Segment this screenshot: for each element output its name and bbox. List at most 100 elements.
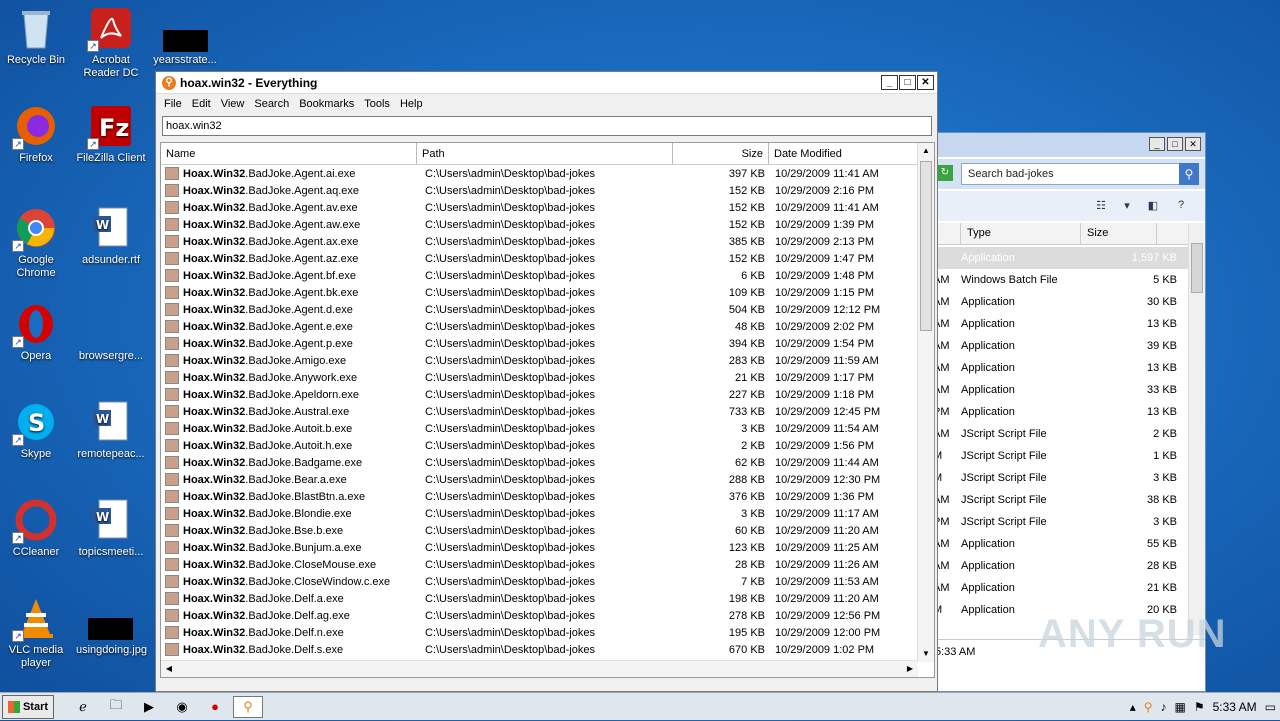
table-row[interactable]: Hoax.Win32.BadJoke.Agent.az.exe C:\Users\…	[161, 250, 934, 267]
table-row[interactable]: Hoax.Win32.BadJoke.Agent.aq.exe C:\Users\…	[161, 182, 934, 199]
column-header-name[interactable]: Name	[161, 143, 417, 164]
volume-icon[interactable]: ♪	[1161, 700, 1167, 714]
list-item[interactable]: MJScript Script File3 KB	[931, 467, 1189, 489]
menu-bookmarks[interactable]: Bookmarks	[294, 98, 359, 110]
desktop-icon-opera[interactable]: ↗ Opera	[1, 302, 71, 363]
maximize-icon[interactable]: □	[1167, 137, 1183, 151]
taskbar-opera-icon[interactable]: ●	[200, 696, 230, 718]
table-row[interactable]: Hoax.Win32.BadJoke.Agent.e.exe C:\Users\a…	[161, 318, 934, 335]
list-item[interactable]: PM Application 13 KB	[931, 401, 1189, 423]
scroll-thumb[interactable]	[920, 161, 932, 331]
table-row[interactable]: Hoax.Win32.BadJoke.Agent.bf.exe C:\Users\…	[161, 267, 934, 284]
taskbar-media-player-icon[interactable]: ▶	[134, 696, 164, 718]
table-row[interactable]: Hoax.Win32.BadJoke.Agent.d.exe C:\Users\a…	[161, 301, 934, 318]
list-item[interactable]: AM Application 21 KB	[931, 577, 1189, 599]
list-item[interactable]: AM Application 28 KB	[931, 555, 1189, 577]
table-row[interactable]: Hoax.Win32.BadJoke.Agent.p.exe C:\Users\a…	[161, 335, 934, 352]
network-icon[interactable]: ▦	[1175, 700, 1186, 714]
taskbar-explorer-icon[interactable]: 🗀	[101, 696, 131, 718]
menu-help[interactable]: Help	[395, 98, 428, 110]
start-button[interactable]: Start	[2, 694, 54, 719]
column-header-type[interactable]: Type	[961, 223, 1081, 244]
close-icon[interactable]: ✕	[917, 75, 934, 90]
everything-window[interactable]: ⚲ hoax.win32 - Everything _ □ ✕ File Edi…	[155, 71, 938, 692]
taskbar-everything-icon[interactable]: ⚲	[233, 695, 263, 718]
column-header-path[interactable]: Path	[417, 143, 673, 164]
table-row[interactable]: Hoax.Win32.BadJoke.Autoit.b.exe C:\Users\…	[161, 420, 934, 437]
desktop-icon-skype[interactable]: S ↗ Skype	[1, 400, 71, 461]
table-row[interactable]: Hoax.Win32.BadJoke.Austral.exe C:\Users\a…	[161, 403, 934, 420]
desktop-icon-browsergre[interactable]: browsergre...	[76, 302, 146, 363]
table-row[interactable]: Hoax.Win32.BadJoke.Bse.b.exe C:\Users\adm…	[161, 522, 934, 539]
desktop-icon-recycle-bin[interactable]: Recycle Bin	[1, 6, 71, 67]
desktop-icon-remotepeac[interactable]: W remotepeac...	[76, 400, 146, 461]
scroll-thumb[interactable]	[1191, 243, 1203, 293]
table-row[interactable]: Hoax.Win32.BadJoke.Apeldorn.exe C:\Users\…	[161, 386, 934, 403]
desktop-icon-topicsmeeti[interactable]: W topicsmeeti...	[76, 498, 146, 559]
list-item[interactable]: AM Application 13 KB	[931, 357, 1189, 379]
menu-edit[interactable]: Edit	[187, 98, 216, 110]
table-row[interactable]: Hoax.Win32.BadJoke.Agent.bk.exe C:\Users\…	[161, 284, 934, 301]
table-row[interactable]: Hoax.Win32.BadJoke.Agent.ax.exe C:\Users\…	[161, 233, 934, 250]
table-row[interactable]: Hoax.Win32.BadJoke.Autoit.h.exe C:\Users\…	[161, 437, 934, 454]
desktop-icon-yearsstrate[interactable]: yearsstrate...	[150, 6, 220, 67]
table-row[interactable]: Hoax.Win32.BadJoke.Agent.aw.exe C:\Users\…	[161, 216, 934, 233]
menu-search[interactable]: Search	[249, 98, 294, 110]
explorer-scrollbar[interactable]	[1188, 223, 1205, 635]
table-row[interactable]: Hoax.Win32.BadJoke.Agent.av.exe C:\Users\…	[161, 199, 934, 216]
explorer-titlebar[interactable]: _ □ ✕	[931, 133, 1205, 157]
list-item[interactable]: AM Application 30 KB	[931, 291, 1189, 313]
desktop-icon-chrome[interactable]: ↗ Google Chrome	[1, 206, 71, 280]
table-row[interactable]: Hoax.Win32.BadJoke.Delf.s.exe C:\Users\ad…	[161, 641, 934, 658]
desktop-icon-vlc[interactable]: ↗ VLC media player	[1, 596, 71, 670]
desktop-icon-firefox[interactable]: ↗ Firefox	[1, 104, 71, 165]
menu-view[interactable]: View	[216, 98, 250, 110]
explorer-window[interactable]: _ □ ✕ ↻ Search bad-jokes ⚲ ☷ ▾ ◧ ? Type …	[930, 132, 1206, 692]
column-header-date-modified[interactable]: Date Modified	[769, 143, 919, 164]
table-row[interactable]: Hoax.Win32.BadJoke.Blondie.exe C:\Users\a…	[161, 505, 934, 522]
preview-pane-icon[interactable]: ◧	[1145, 199, 1161, 213]
desktop-icon-ccleaner[interactable]: ↗ CCleaner	[1, 498, 71, 559]
list-item[interactable]: AM Windows Batch File 5 KB	[931, 269, 1189, 291]
list-item[interactable]: MJScript Script File1 KB	[931, 445, 1189, 467]
column-header-size[interactable]: Size	[673, 143, 769, 164]
desktop-icon-adsunder[interactable]: W adsunder.rtf	[76, 206, 146, 267]
table-row[interactable]: Hoax.Win32.BadJoke.Amigo.exe C:\Users\adm…	[161, 352, 934, 369]
desktop-icon-filezilla[interactable]: Fz ↗ FileZilla Client	[76, 104, 146, 165]
results-vertical-scrollbar[interactable]: ▲ ▼	[917, 143, 934, 662]
view-options-icon[interactable]: ☷	[1093, 199, 1109, 213]
table-row[interactable]: Hoax.Win32.BadJoke.Bunjum.a.exe C:\Users\…	[161, 539, 934, 556]
table-row[interactable]: Hoax.Win32.BadJoke.Agent.ai.exe C:\Users\…	[161, 165, 934, 182]
table-row[interactable]: Hoax.Win32.BadJoke.BlastBtn.a.exe C:\User…	[161, 488, 934, 505]
maximize-icon[interactable]: □	[899, 75, 916, 90]
desktop-icon-acrobat[interactable]: ↗ Acrobat Reader DC	[76, 6, 146, 80]
everything-titlebar[interactable]: ⚲ hoax.win32 - Everything _ □ ✕	[156, 72, 937, 94]
list-item[interactable]: AM Application 33 KB	[931, 379, 1189, 401]
minimize-icon[interactable]: _	[1149, 137, 1165, 151]
chevron-down-icon[interactable]: ▾	[1119, 199, 1135, 213]
help-icon[interactable]: ?	[1173, 199, 1189, 213]
menu-tools[interactable]: Tools	[359, 98, 395, 110]
results-horizontal-scrollbar[interactable]: ◀ ▶	[161, 660, 918, 677]
list-item[interactable]: Application 1,597 KB	[931, 247, 1189, 269]
clock[interactable]: 5:33 AM	[1213, 700, 1257, 714]
table-row[interactable]: Hoax.Win32.BadJoke.CloseMouse.exe C:\User…	[161, 556, 934, 573]
search-icon[interactable]: ⚲	[1179, 163, 1199, 185]
list-item[interactable]: AM Application 13 KB	[931, 313, 1189, 335]
scroll-right-icon[interactable]: ▶	[902, 661, 918, 677]
list-item[interactable]: AM Application 55 KB	[931, 533, 1189, 555]
explorer-search-input[interactable]: Search bad-jokes	[961, 163, 1181, 185]
minimize-icon[interactable]: _	[881, 75, 898, 90]
scroll-up-icon[interactable]: ▲	[918, 143, 934, 159]
taskbar-chrome-icon[interactable]: ◉	[167, 696, 197, 718]
menu-file[interactable]: File	[159, 98, 187, 110]
show-desktop-icon[interactable]: ▭	[1265, 700, 1276, 714]
everything-tray-icon[interactable]: ⚲	[1144, 700, 1153, 714]
table-row[interactable]: Hoax.Win32.BadJoke.CloseWindow.c.exe C:\U…	[161, 573, 934, 590]
table-row[interactable]: Hoax.Win32.BadJoke.Bear.a.exe C:\Users\ad…	[161, 471, 934, 488]
list-item[interactable]: PM JScript Script File 3 KB	[931, 511, 1189, 533]
column-header-size[interactable]: Size	[1081, 223, 1157, 244]
table-row[interactable]: Hoax.Win32.BadJoke.Delf.a.exe C:\Users\ad…	[161, 590, 934, 607]
show-hidden-icons-icon[interactable]: ▴	[1130, 700, 1136, 714]
table-row[interactable]: Hoax.Win32.BadJoke.Delf.ag.exe C:\Users\a…	[161, 607, 934, 624]
